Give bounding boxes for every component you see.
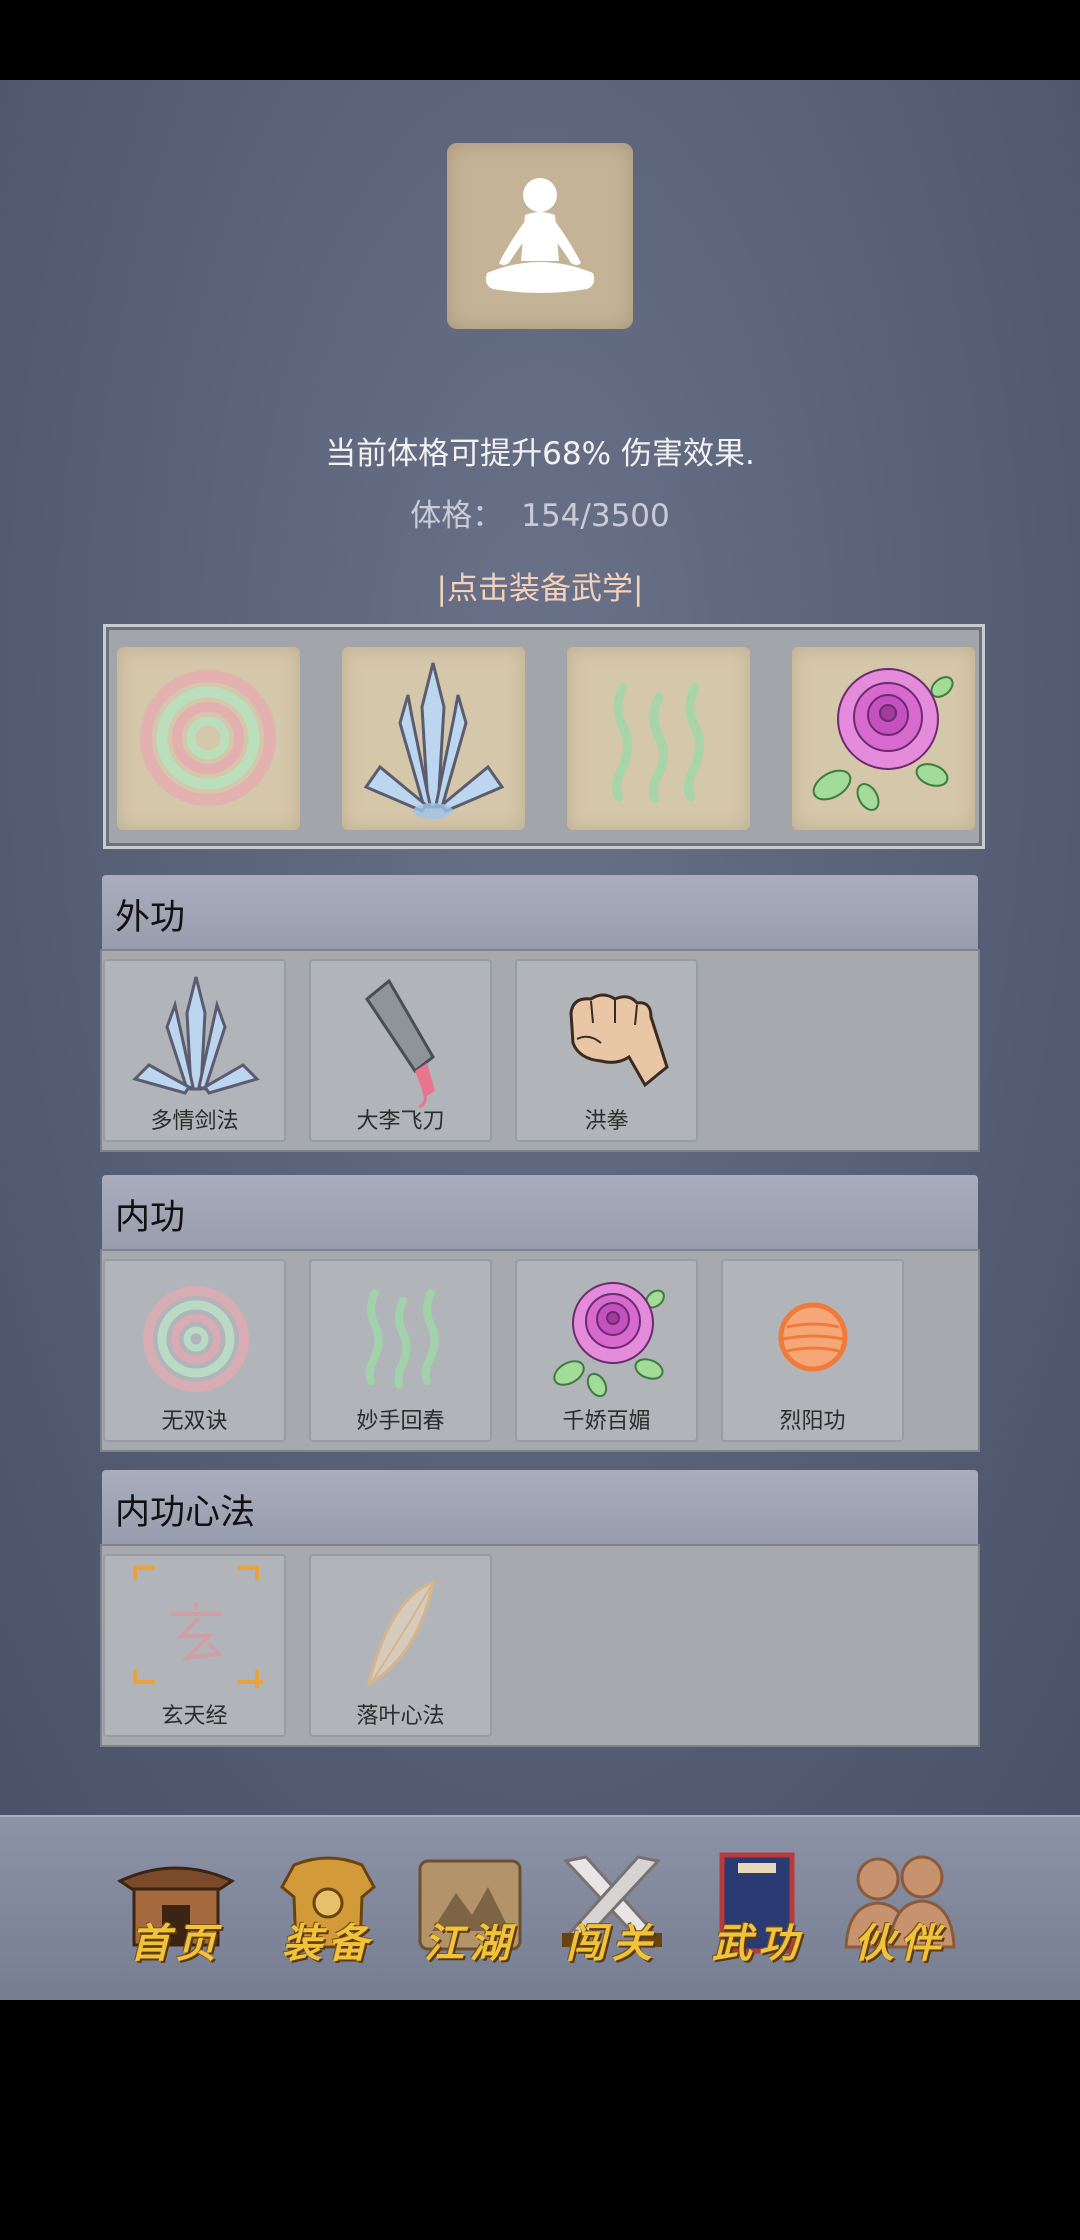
skill-name: 洪拳 [584, 1109, 629, 1134]
skill-card[interactable]: 落叶心法 [309, 1554, 492, 1737]
section-header-internal: 内功 [102, 1175, 978, 1249]
section-body-external: 多情剑法 大李飞刀 洪拳 [100, 949, 980, 1152]
skill-card[interactable]: 洪拳 [515, 959, 698, 1142]
equip-slot-3[interactable] [567, 647, 750, 830]
tab-label: 装备 [282, 1920, 374, 1967]
spiral-icon [140, 670, 276, 806]
bottom-tab-bar: 首页 装备 江湖 闯关 武功 伙伴 [0, 1815, 1080, 2002]
physique-value: 154/3500 [521, 498, 670, 534]
rose-icon [553, 1282, 665, 1398]
section-body-internal: 无双诀 妙手回春 千娇百媚 烈阳功 [100, 1249, 980, 1452]
navigation-bar [0, 2000, 1080, 2240]
tab-jianghu[interactable]: 江湖 [406, 1847, 534, 1977]
section-title: 内功 [115, 1198, 186, 1238]
skill-name: 玄天经 [161, 1704, 228, 1729]
blades-icon [363, 662, 505, 819]
skill-card[interactable]: 玄天经 [103, 1554, 286, 1737]
section-body-mind-method: 玄天经 落叶心法 [100, 1544, 980, 1747]
leaf-icon [366, 1579, 436, 1688]
tab-martial-arts[interactable]: 武功 [694, 1847, 822, 1977]
skill-name: 烈阳功 [779, 1409, 846, 1434]
physique-label: 体格： [410, 498, 504, 534]
damage-bonus-text: 当前体格可提升68% 伤害效果. [325, 436, 755, 472]
meditation-silhouette-icon [485, 178, 595, 293]
fire-orb-icon [778, 1302, 848, 1372]
section-header-mind-method: 内功心法 [102, 1470, 978, 1544]
skill-name: 千娇百媚 [562, 1409, 651, 1434]
skill-card[interactable]: 无双诀 [103, 1259, 286, 1442]
equip-slot-1[interactable] [117, 647, 300, 830]
skill-card[interactable]: 烈阳功 [721, 1259, 904, 1442]
equipped-skills-bar [103, 624, 985, 849]
section-header-external: 外功 [102, 875, 978, 949]
tab-companions[interactable]: 伙伴 [836, 1847, 964, 1977]
tab-label: 伙伴 [854, 1920, 946, 1967]
tab-challenge[interactable]: 闯关 [548, 1847, 676, 1977]
tab-label: 闯关 [566, 1920, 658, 1967]
section-title: 内功心法 [115, 1493, 256, 1533]
skill-card[interactable]: 千娇百媚 [515, 1259, 698, 1442]
skill-name: 大李飞刀 [356, 1109, 445, 1134]
status-bar [0, 0, 1080, 80]
skill-name: 无双诀 [161, 1409, 228, 1434]
skill-card[interactable]: 妙手回春 [309, 1259, 492, 1442]
physique-row: 体格： 154/3500 [0, 490, 1080, 535]
tab-label: 武功 [712, 1920, 804, 1967]
wavy-lines-icon [611, 682, 704, 804]
blades-icon [132, 976, 260, 1095]
equip-slot-4[interactable] [792, 647, 975, 830]
equip-slot-2[interactable] [342, 647, 525, 830]
skill-card[interactable]: 多情剑法 [103, 959, 286, 1142]
cleaver-icon [364, 978, 435, 1109]
avatar[interactable] [447, 143, 633, 329]
equip-skill-button[interactable]: |点击装备武学| [0, 563, 1080, 608]
tab-label: 首页 [130, 1920, 222, 1967]
section-title: 外功 [115, 898, 186, 938]
skill-name: 落叶心法 [356, 1704, 445, 1729]
tab-label: 江湖 [424, 1920, 516, 1967]
rose-icon [812, 668, 954, 811]
wavy-lines-icon [365, 1289, 439, 1389]
skill-name: 多情剑法 [150, 1109, 239, 1134]
skill-card[interactable]: 大李飞刀 [309, 959, 492, 1142]
fist-icon [569, 993, 669, 1088]
xuan-glyph-icon [133, 1566, 263, 1688]
skill-name: 妙手回春 [356, 1409, 445, 1434]
tab-equipment[interactable]: 装备 [264, 1847, 392, 1977]
tab-home[interactable]: 首页 [112, 1847, 240, 1977]
spiral-icon [143, 1286, 249, 1392]
